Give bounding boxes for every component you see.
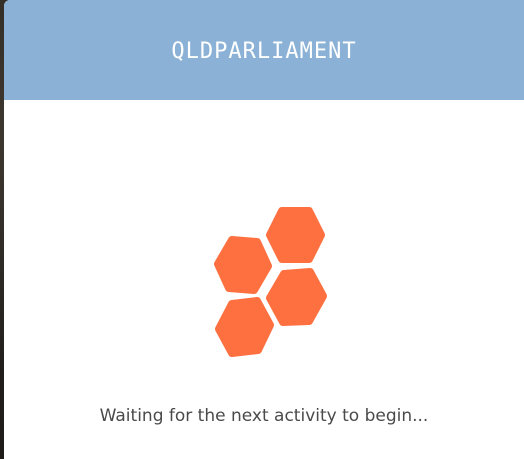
organization-title: QLDPARLIAMENT xyxy=(171,38,357,64)
hexagon-left-icon xyxy=(214,236,272,294)
activity-card: QLDPARLIAMENT Waiting for the next activ… xyxy=(4,0,524,459)
hexagon-right-icon xyxy=(266,268,327,326)
hexagon-bottom-icon xyxy=(215,297,274,357)
waiting-status-message: Waiting for the next activity to begin..… xyxy=(99,406,429,426)
hexagon-top-icon xyxy=(266,207,325,263)
card-header: QLDPARLIAMENT xyxy=(4,0,524,100)
